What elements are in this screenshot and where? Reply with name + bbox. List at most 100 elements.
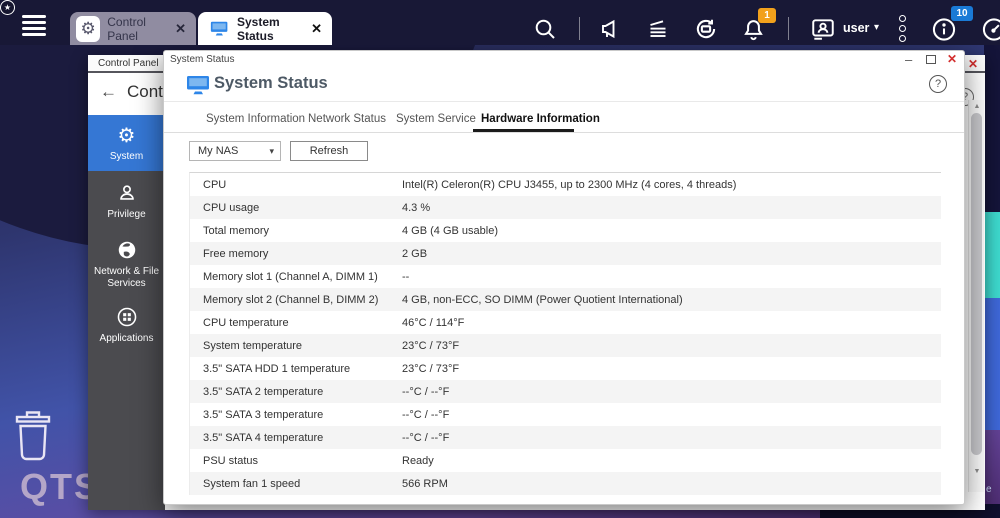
close-tab-icon[interactable]: ✕ [311, 21, 322, 37]
control-panel-close-icon[interactable]: ✕ [968, 57, 978, 71]
row-label: Free memory [203, 247, 269, 260]
taskbar-tab-control-panel[interactable]: ⚙ Control Panel ✕ [70, 12, 196, 45]
hardware-table: CPU Intel(R) Celeron(R) CPU J3455, up to … [189, 172, 941, 495]
chevron-down-icon: ▾ [269, 145, 274, 156]
globe-icon [116, 238, 138, 262]
taskbar-tab-label: System Status [237, 14, 280, 43]
desktop-icon-partial-label: e [986, 484, 992, 495]
taskbar-tab-label: Control Panel [107, 14, 146, 43]
row-label: System fan 1 speed [203, 477, 301, 490]
announcement-icon[interactable] [598, 16, 624, 42]
gear-icon: ⚙ [76, 15, 101, 42]
row-label: Memory slot 1 (Channel A, DIMM 1) [203, 270, 378, 283]
row-value: --°C / --°F [402, 408, 450, 421]
tab-system-service[interactable]: System Service [396, 113, 476, 125]
refresh-button-label: Refresh [309, 145, 349, 157]
sidebar-item-privilege[interactable]: Privilege [88, 171, 165, 231]
star-icon: ★ [0, 0, 15, 15]
nas-select[interactable]: My NAS ▾ [189, 141, 281, 161]
window-titlebar-label: System Status [170, 54, 235, 65]
sidebar-item-system[interactable]: ⚙ System [88, 115, 165, 171]
tab-hardware-information[interactable]: Hardware Information [481, 113, 600, 125]
maximize-icon[interactable] [926, 55, 936, 64]
row-label: Total memory [203, 224, 270, 237]
close-tab-icon[interactable]: ✕ [175, 21, 186, 37]
scrollbar[interactable]: ▲ ▼ [968, 100, 984, 492]
tab-network-status[interactable]: Network Status [308, 113, 386, 125]
row-label: 3.5" SATA 2 temperature [203, 385, 324, 398]
search-icon[interactable] [532, 16, 558, 42]
table-row: CPU Intel(R) Celeron(R) CPU J3455, up to … [190, 173, 941, 196]
user-avatar-icon[interactable] [810, 16, 836, 42]
sidebar-item-label: Network & File Services [93, 266, 159, 289]
wallpaper-edge-blue [984, 298, 1000, 430]
taskbar-tab-system-status[interactable]: System Status ✕ [198, 12, 332, 45]
row-value: 566 RPM [402, 477, 448, 490]
refresh-button[interactable]: Refresh [290, 141, 368, 161]
main-menu-icon[interactable] [22, 15, 46, 39]
table-row: 3.5" SATA 2 temperature --°C / --°F [190, 380, 941, 403]
divider [164, 101, 964, 102]
row-value: 4.3 % [402, 201, 431, 214]
apps-grid-icon [116, 305, 138, 329]
close-icon[interactable]: ✕ [947, 52, 957, 66]
table-row: 3.5" SATA 3 temperature --°C / --°F [190, 403, 941, 426]
chevron-down-icon[interactable]: ▾ [874, 22, 879, 33]
row-label: CPU temperature [203, 316, 289, 329]
row-label: CPU usage [203, 201, 260, 214]
control-panel-titlebar-label: Control Panel [98, 58, 159, 69]
row-value: 23°C / 73°F [402, 362, 460, 375]
row-value: 4 GB (4 GB usable) [402, 224, 498, 237]
hardware-table-body: CPU Intel(R) Celeron(R) CPU J3455, up to … [190, 173, 941, 495]
table-row: CPU usage 4.3 % [190, 196, 941, 219]
tab-system-information[interactable]: System Information [206, 113, 305, 125]
row-label: PSU status [203, 454, 259, 467]
row-label: 3.5" SATA HDD 1 temperature [203, 362, 351, 375]
table-row: System fan 1 speed 566 RPM [190, 472, 941, 495]
monitor-icon [210, 21, 229, 36]
row-label: CPU [203, 178, 227, 191]
sidebar-item-network-file-services[interactable]: Network & File Services [88, 231, 165, 297]
table-row: Total memory 4 GB (4 GB usable) [190, 219, 941, 242]
sidebar-item-label: Applications [99, 333, 154, 344]
gear-icon: ⚙ [117, 124, 136, 147]
background-tasks-icon[interactable] [645, 16, 671, 42]
row-value: Ready [402, 454, 434, 467]
sync-icon[interactable] [693, 16, 719, 42]
scrollbar-up-icon[interactable]: ▲ [969, 103, 985, 110]
row-label: 3.5" SATA 3 temperature [203, 408, 324, 421]
row-value: 4 GB, non-ECC, SO DIMM (Power Quotient I… [402, 293, 683, 306]
back-arrow-icon[interactable]: ← [100, 82, 117, 101]
sidebar-item-applications[interactable]: Applications [88, 297, 165, 353]
row-value: -- [402, 270, 410, 283]
divider [579, 17, 580, 40]
row-label: Memory slot 2 (Channel B, DIMM 2) [203, 293, 379, 306]
info-badge: 10 [951, 6, 973, 21]
scrollbar-down-icon[interactable]: ▼ [969, 468, 985, 475]
more-options-icon[interactable] [899, 15, 906, 45]
help-icon[interactable]: ? [929, 75, 947, 93]
user-menu-label[interactable]: user [843, 21, 869, 35]
divider [164, 132, 964, 133]
scrollbar-thumb[interactable] [971, 113, 982, 455]
row-value: 46°C / 114°F [402, 316, 465, 329]
page-title: System Status [214, 74, 328, 92]
notification-badge: 1 [758, 8, 776, 23]
recycle-bin-icon[interactable] [10, 408, 56, 462]
minimize-icon[interactable]: – [905, 52, 912, 67]
dashboard-gauge-icon[interactable] [981, 16, 1000, 42]
sidebar-item-label: System [109, 151, 144, 162]
wallpaper-edge-teal [984, 212, 1000, 298]
table-row: Memory slot 2 (Channel B, DIMM 2) 4 GB, n… [190, 288, 941, 311]
table-row: PSU status Ready [190, 449, 941, 472]
row-value: Intel(R) Celeron(R) CPU J3455, up to 230… [402, 178, 737, 191]
sidebar-item-label: Privilege [107, 209, 146, 220]
row-value: 23°C / 73°F [402, 339, 460, 352]
row-label: 3.5" SATA 4 temperature [203, 431, 324, 444]
monitor-icon [186, 75, 211, 95]
person-icon [116, 181, 138, 205]
topbar: ⚙ Control Panel ✕ System Status ✕ 1 ★ us… [0, 0, 1000, 45]
divider [788, 17, 789, 40]
table-row: 3.5" SATA HDD 1 temperature 23°C / 73°F [190, 357, 941, 380]
nas-select-value: My NAS [198, 145, 239, 157]
